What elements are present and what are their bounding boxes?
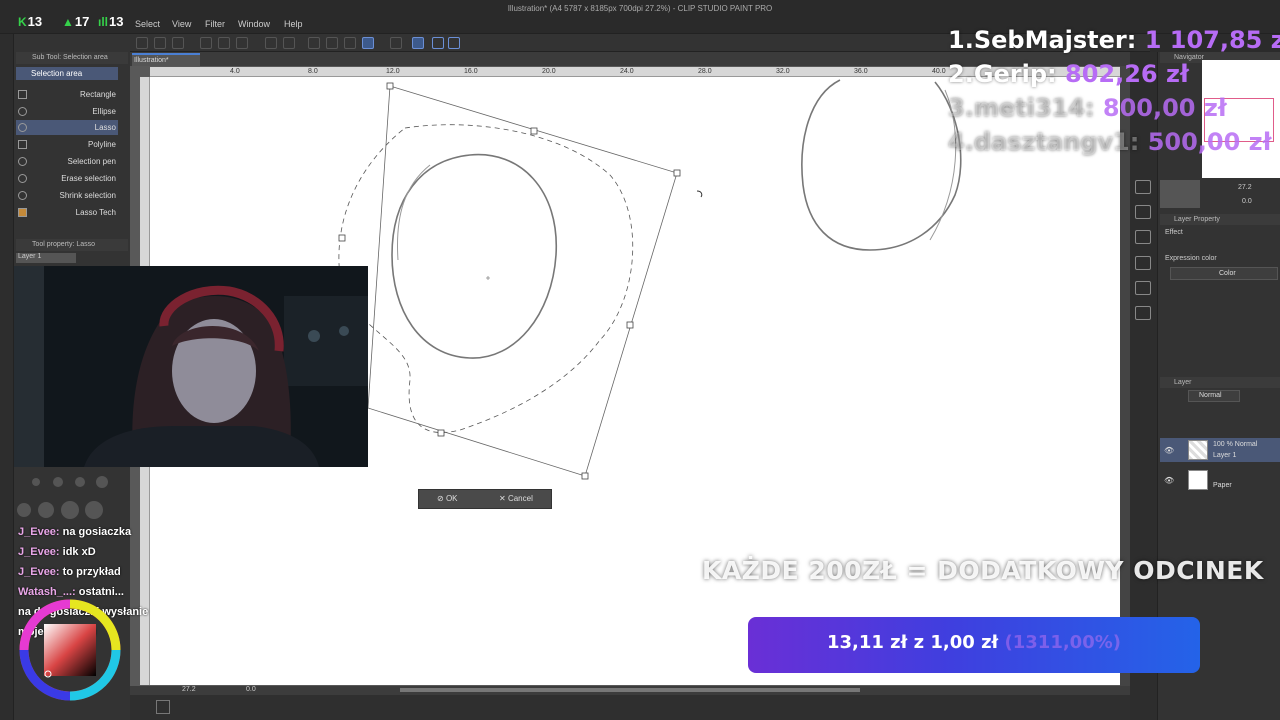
goal-separator: z <box>913 632 925 653</box>
chat-text: na gosiaczka <box>62 526 132 538</box>
layer-thumbnail <box>1188 440 1208 460</box>
layer-name: Layer 1 <box>1213 452 1237 459</box>
expression-color-label: Expression color <box>1165 255 1217 262</box>
donor-entry: 1.SebMajster: 1 107,85 zł <box>948 26 1280 54</box>
donation-goal-text: 13,11 zł z 1,00 zł (1311,00%) <box>748 632 1200 653</box>
chat-user: Watash_...: <box>18 586 76 598</box>
eye-icon[interactable]: 👁 <box>1164 446 1174 455</box>
donor-rank: 3. <box>948 94 974 122</box>
cancel-button[interactable]: ✕ Cancel <box>499 494 533 503</box>
chat-text: ostatni... <box>78 586 124 598</box>
chat-message: J_Evee: na gosiaczka <box>18 526 131 538</box>
expression-color-select[interactable]: Color <box>1170 267 1278 280</box>
donor-rank: 1. <box>948 26 974 54</box>
horizontal-scroll-thumb[interactable] <box>400 688 860 692</box>
blend-mode-select[interactable]: Normal <box>1188 390 1240 402</box>
layer-name: Paper <box>1213 482 1232 489</box>
donor-name: dasztangv1: <box>973 128 1140 156</box>
panel-icon[interactable] <box>1135 306 1151 320</box>
status-bar: 27.2 0.0 <box>130 686 1280 720</box>
chat-message: Watash_...: ostatni... <box>18 586 124 598</box>
donor-leaderboard: 1.SebMajster: 1 107,85 zł 2.Gerip: 802,2… <box>948 26 1280 166</box>
donor-name: Gerip: <box>973 60 1057 88</box>
layer-info: 100 % Normal <box>1213 441 1258 448</box>
selection-marquee <box>338 124 634 433</box>
donor-amount: 802,26 zł <box>1065 60 1189 88</box>
panel-icon[interactable] <box>1135 230 1151 244</box>
goal-percent: (1311,00%) <box>1004 632 1121 653</box>
donor-name: meti314: <box>973 94 1095 122</box>
sketch-circle-left <box>391 153 557 359</box>
layer-row-layer1[interactable]: 👁 100 % Normal Layer 1 <box>1160 438 1280 462</box>
goal-current: 13,11 zł <box>826 632 908 653</box>
cancel-label: Cancel <box>507 494 533 503</box>
donor-entry: 3.meti314: 800,00 zł <box>948 94 1227 122</box>
donor-rank: 2. <box>948 60 974 88</box>
chat-user: J_Evee: <box>18 526 60 538</box>
layer-row-paper[interactable]: 👁 Paper <box>1160 468 1280 492</box>
fit-icon[interactable] <box>156 700 170 714</box>
donor-rank: 4. <box>948 128 974 156</box>
chat-user: J_Evee: <box>18 546 60 558</box>
navigator-rotation[interactable]: 0.0 <box>1242 198 1252 205</box>
donor-amount: 1 107,85 zł <box>1144 26 1280 54</box>
donor-amount: 800,00 zł <box>1102 94 1227 122</box>
webcam-image <box>14 266 368 467</box>
chat-text: idk xD <box>62 546 96 558</box>
chat-message: J_Evee: to przykład <box>18 566 121 578</box>
navigator-zoom[interactable]: 27.2 <box>1238 184 1252 191</box>
color-wheel[interactable] <box>12 598 128 702</box>
layer-thumbnail <box>1188 470 1208 490</box>
panel-icon[interactable] <box>1135 180 1151 194</box>
transform-confirm-bar: ⊘ OK ✕ Cancel <box>418 489 552 509</box>
donor-amount: 500,00 zł <box>1147 128 1272 156</box>
donor-name: SebMajster: <box>973 26 1137 54</box>
layer-header: Layer <box>1160 377 1280 388</box>
layer-property-header: Layer Property <box>1160 214 1280 225</box>
webcam-overlay <box>14 266 368 467</box>
goal-target: 1,00 zł <box>930 632 999 653</box>
chat-text: to przykład <box>62 566 121 578</box>
transform-box <box>367 85 678 477</box>
panel-icon[interactable] <box>1135 256 1151 270</box>
rotation-readout[interactable]: 0.0 <box>246 686 256 693</box>
chat-message: J_Evee: idk xD <box>18 546 96 558</box>
effect-label: Effect <box>1165 229 1183 236</box>
panel-icon[interactable] <box>1135 281 1151 295</box>
sketch-head-right <box>801 79 962 251</box>
donor-entry: 4.dasztangv1: 500,00 zł <box>948 128 1272 156</box>
ok-label: OK <box>445 494 458 503</box>
zoom-readout[interactable]: 27.2 <box>182 686 196 693</box>
donor-entry: 2.Gerip: 802,26 zł <box>948 60 1189 88</box>
promo-banner: KAŻDE 200ZŁ = DODATKOWY ODCINEK <box>702 556 1264 585</box>
chat-user: J_Evee: <box>18 566 60 578</box>
eye-icon[interactable]: 👁 <box>1164 476 1174 485</box>
ok-button[interactable]: ⊘ OK <box>437 494 458 503</box>
navigator-thumb <box>1160 180 1200 208</box>
panel-icon[interactable] <box>1135 205 1151 219</box>
